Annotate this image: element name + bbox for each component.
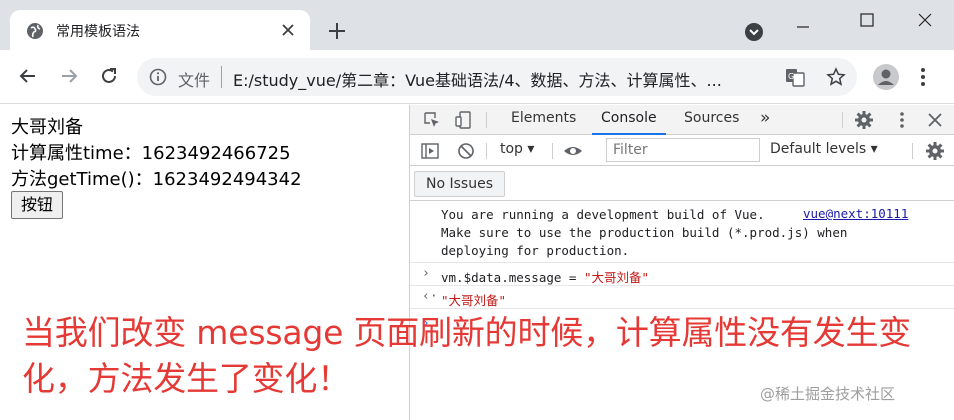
gear-icon[interactable] — [925, 141, 945, 161]
arrow-left-icon[interactable] — [17, 65, 39, 87]
divider — [842, 112, 843, 128]
translate-icon[interactable]: G — [785, 67, 805, 87]
plus-icon[interactable] — [326, 20, 348, 42]
log-levels-select[interactable]: Default levels ▾ — [770, 141, 878, 157]
output-chevron-icon: ‹· — [422, 289, 438, 304]
tab-console[interactable]: Console — [592, 105, 666, 135]
arrow-right-icon[interactable] — [58, 65, 80, 87]
globe-icon — [27, 23, 43, 39]
sidebar-toggle-icon[interactable] — [420, 141, 440, 161]
divider — [552, 143, 553, 159]
close-icon[interactable] — [278, 20, 298, 40]
info-icon[interactable] — [149, 68, 167, 86]
tab-elements[interactable]: Elements — [511, 105, 576, 135]
tab-title: 常用模板语法 — [56, 24, 140, 40]
input-chevron-icon: › — [422, 266, 430, 281]
input-string: "大哥刘备" — [584, 270, 650, 285]
console-input-code: vm.$data.message = "大哥刘备" — [441, 267, 649, 286]
svg-text:G: G — [788, 72, 794, 81]
inspect-element-icon[interactable] — [422, 110, 442, 130]
console-output-string: "大哥刘备" — [441, 293, 507, 308]
method-time-text: 方法getTime()：1623492494342 — [11, 169, 302, 190]
kebab-menu-icon[interactable] — [918, 66, 928, 88]
issues-bar: No Issues — [410, 167, 954, 201]
device-toolbar-icon[interactable] — [453, 110, 473, 130]
reload-icon[interactable] — [98, 65, 120, 87]
browser-toolbar: 文件 E:/study_vue/第二章：Vue基础语法/4、数据、方法、计算属性… — [0, 50, 954, 104]
avatar[interactable] — [873, 64, 899, 90]
divider — [912, 143, 913, 159]
console-output-row: ‹· "大哥刘备" — [410, 287, 954, 309]
computed-time-text: 计算属性time：1623492466725 — [11, 143, 291, 164]
url-text[interactable]: E:/study_vue/第二章：Vue基础语法/4、数据、方法、计算属性、..… — [233, 67, 773, 91]
context-label: top — [500, 141, 523, 157]
devtools-tab-bar: Elements Console Sources » — [410, 105, 954, 135]
context-select[interactable]: top ▾ — [500, 141, 534, 157]
console-info-message: You are running a development build of V… — [410, 203, 954, 263]
maximize-icon[interactable] — [852, 8, 882, 34]
window-close-icon[interactable] — [910, 8, 940, 34]
more-tabs-icon[interactable]: » — [760, 105, 770, 135]
kebab-menu-icon[interactable] — [892, 110, 912, 130]
address-bar[interactable]: 文件 E:/study_vue/第二章：Vue基础语法/4、数据、方法、计算属性… — [137, 58, 857, 96]
console-toolbar: top ▾ Filter Default levels ▾ — [410, 136, 954, 166]
watermark: @稀土掘金技术社区 — [760, 385, 896, 403]
chevron-down-circle-icon[interactable] — [744, 22, 764, 42]
console-input-row: › vm.$data.message = "大哥刘备" — [410, 264, 954, 286]
divider — [486, 112, 487, 128]
divider — [221, 66, 222, 88]
close-devtools-icon[interactable] — [925, 110, 945, 130]
star-icon[interactable] — [826, 67, 846, 87]
console-info-text: You are running a development build of V… — [441, 207, 848, 258]
tab-sources[interactable]: Sources — [684, 105, 739, 135]
scheme-label: 文件 — [178, 71, 211, 90]
page-button[interactable]: 按钮 — [11, 191, 64, 219]
levels-label: Default levels — [770, 141, 867, 157]
filter-input[interactable]: Filter — [606, 138, 760, 162]
gear-icon[interactable] — [854, 110, 874, 130]
source-link[interactable]: vue@next:10111 — [803, 206, 908, 221]
clear-console-icon[interactable] — [456, 141, 476, 161]
divider — [486, 143, 487, 159]
title-bar: 常用模板语法 — [0, 0, 954, 50]
eye-icon[interactable] — [563, 141, 583, 161]
minimize-icon[interactable] — [788, 8, 818, 34]
browser-tab[interactable]: 常用模板语法 — [10, 10, 310, 50]
message-text: 大哥刘备 — [11, 117, 83, 138]
no-issues-button[interactable]: No Issues — [414, 171, 505, 197]
person-icon — [878, 69, 894, 85]
input-expression: vm.$data.message = — [441, 270, 584, 285]
